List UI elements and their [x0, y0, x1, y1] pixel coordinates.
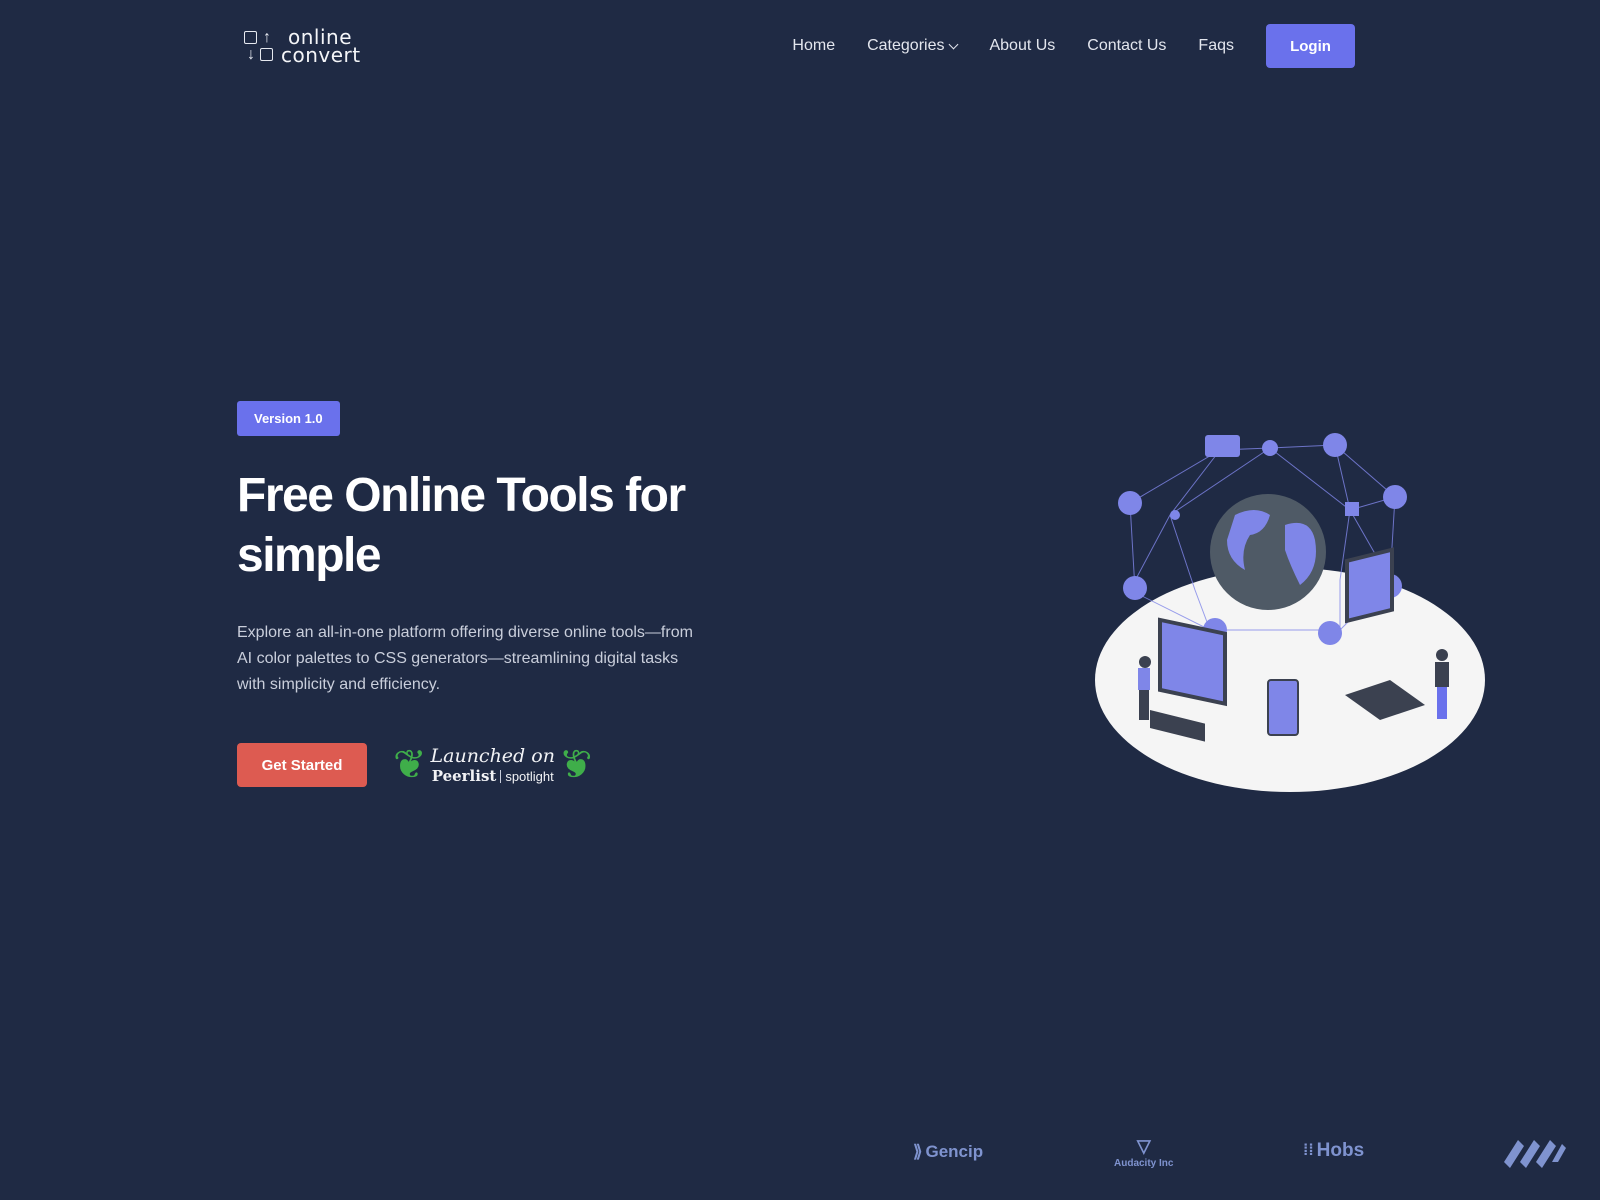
- smartphone: [1267, 679, 1299, 736]
- partner-gencip: ⟫ Gencip: [913, 1142, 984, 1161]
- login-button[interactable]: Login: [1266, 24, 1355, 68]
- partner-hobs: ⁞⁞ Hobs: [1303, 1140, 1365, 1161]
- peerlist-brand: Peerlist: [431, 767, 497, 785]
- hero-title: Free Online Tools for simple: [237, 469, 686, 582]
- peerlist-launched-text: Launched on: [430, 745, 555, 767]
- main-nav: Home Categories About Us Contact Us Faqs…: [792, 24, 1355, 68]
- logo-text: online convert: [281, 25, 361, 67]
- nav-about-us[interactable]: About Us: [989, 37, 1055, 55]
- version-badge: Version 1.0: [237, 401, 340, 436]
- partner-audacity: ▽ Audacity Inc: [1114, 1136, 1174, 1169]
- hero-illustration: [1095, 433, 1485, 792]
- nav-categories[interactable]: Categories: [867, 37, 959, 55]
- nav-contact-us[interactable]: Contact Us: [1087, 37, 1166, 55]
- peerlist-divider: [500, 769, 502, 783]
- hero-description: Explore an all-in-one platform offering …: [237, 624, 693, 693]
- laurel-right-icon: ❦: [558, 743, 593, 787]
- hero-section: Version 1.0 Free Online Tools for simple…: [237, 401, 697, 787]
- site-logo[interactable]: ↑ ↓ online convert: [243, 25, 361, 67]
- m-logo-icon: [1504, 1140, 1566, 1168]
- hobs-logo-icon: ⁞⁞: [1303, 1142, 1314, 1159]
- peerlist-badge[interactable]: ❦ Launched on Peerlist spotlight ❦: [393, 743, 592, 787]
- cta-row: Get Started ❦ Launched on Peerlist spotl…: [237, 743, 697, 787]
- audacity-logo-icon: ▽: [1136, 1136, 1151, 1156]
- nav-home[interactable]: Home: [792, 37, 835, 55]
- laurel-left-icon: ❦: [393, 743, 427, 787]
- gencip-logo-icon: ⟫: [913, 1142, 923, 1161]
- nav-categories-label: Categories: [867, 37, 945, 54]
- logo-icon: ↑ ↓: [243, 29, 275, 63]
- partner-logos: ⟫ Gencip ▽ Audacity Inc ⁞⁞ Hobs: [0, 1130, 1600, 1180]
- get-started-button[interactable]: Get Started: [237, 743, 367, 787]
- peerlist-tag: spotlight: [505, 768, 554, 784]
- chevron-down-icon: [949, 39, 959, 49]
- partner-m-logo: [1504, 1138, 1566, 1168]
- nav-faqs[interactable]: Faqs: [1198, 37, 1234, 55]
